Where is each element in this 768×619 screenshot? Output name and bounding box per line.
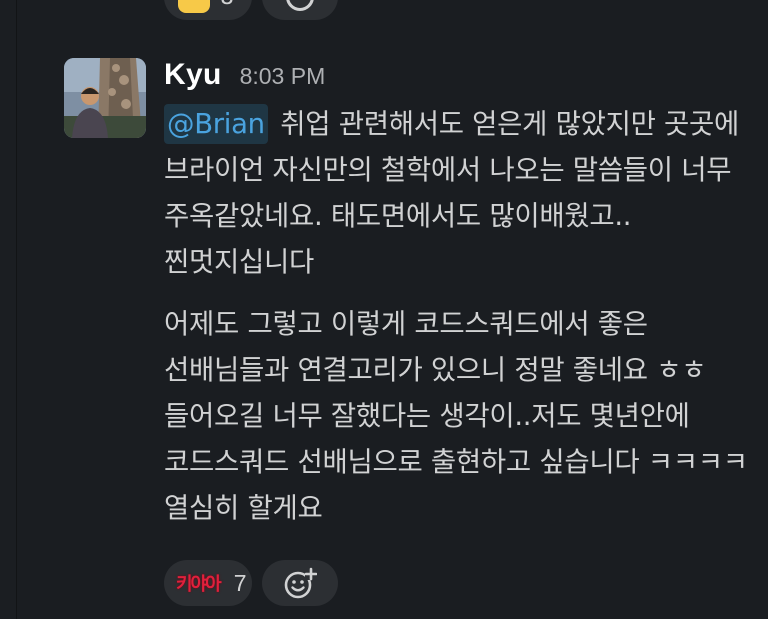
paragraph-text: 어제도 그렇고 이렇게 코드스쿼드에서 좋은 선배님들과 연결고리가 있으니 정…: [164, 308, 748, 524]
custom-emoji-reaction[interactable]: 키야아 7: [164, 560, 252, 606]
message-paragraph: @Brian 취업 관련해서도 얻은게 많았지만 곳곳에 브라이언 자신만의 철…: [164, 101, 754, 285]
add-reaction-icon: [284, 567, 317, 599]
avatar-photo-icon: [64, 58, 146, 138]
thumbs-up-reaction[interactable]: 8: [164, 0, 252, 20]
reaction-count: 7: [233, 569, 247, 596]
reaction-count: 8: [220, 0, 234, 10]
avatar[interactable]: [64, 58, 146, 138]
author-name[interactable]: Kyu: [164, 58, 222, 92]
message-content: Kyu 8:03 PM @Brian 취업 관련해서도 얻은게 많았지만 곳곳에…: [164, 58, 754, 531]
left-rail: [0, 0, 17, 619]
user-mention[interactable]: @Brian: [164, 104, 268, 144]
add-reaction-icon: [286, 0, 314, 11]
custom-emoji-icon: 키야아: [176, 574, 222, 595]
add-reaction-button[interactable]: [262, 560, 338, 606]
message-paragraph: 어제도 그렇고 이렇게 코드스쿼드에서 좋은 선배님들과 연결고리가 있으니 정…: [164, 301, 754, 531]
message-header: Kyu 8:03 PM: [164, 58, 754, 94]
previous-reaction-bar: 8: [164, 0, 338, 20]
message-body: @Brian 취업 관련해서도 얻은게 많았지만 곳곳에 브라이언 자신만의 철…: [164, 101, 754, 531]
thumbs-up-icon: [178, 0, 210, 13]
message-timestamp[interactable]: 8:03 PM: [240, 63, 326, 90]
reaction-bar: 키야아 7: [164, 560, 338, 606]
add-reaction-button[interactable]: [262, 0, 338, 20]
slack-message-view: 8 Kyu 8: [0, 0, 768, 619]
